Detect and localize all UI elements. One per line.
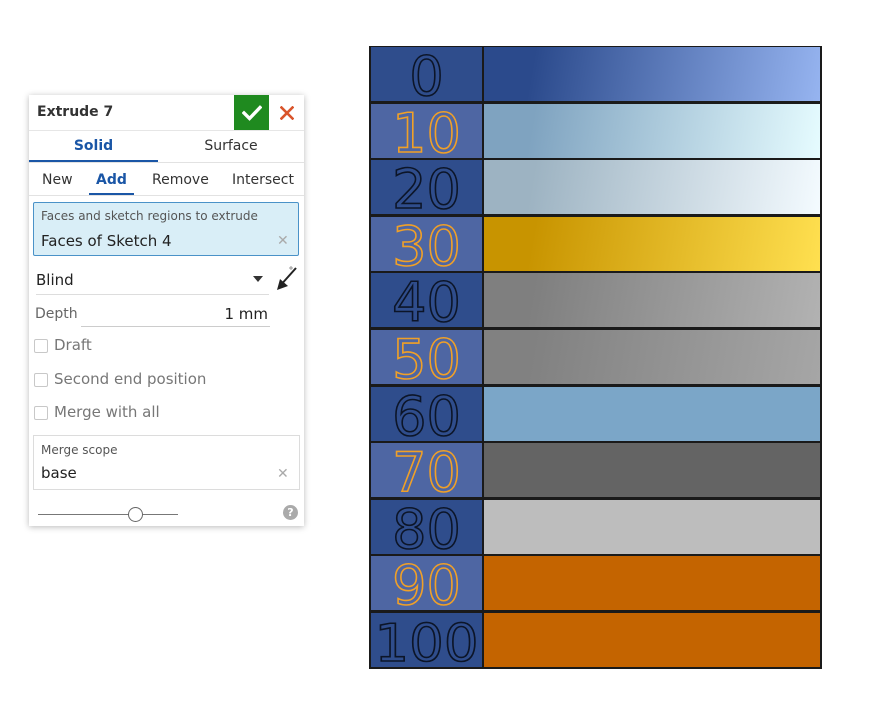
bar-number: 10 [392, 104, 461, 158]
number-cell: 50 [371, 330, 482, 384]
clear-merge-scope-icon[interactable]: ✕ [277, 466, 289, 482]
depth-input[interactable]: 1 mm [81, 300, 270, 327]
number-cell: 80 [371, 499, 482, 554]
dialog-title: Extrude 7 [37, 104, 114, 120]
cancel-button[interactable] [270, 95, 304, 130]
number-cell: 70 [371, 443, 482, 498]
color-bar-model: 0 10 20 30 40 50 60 70 80 90 100 [369, 46, 822, 669]
color-bar-row: 80 [369, 499, 822, 555]
draft-label: Draft [54, 336, 92, 354]
number-label-graphic: 60 [391, 387, 461, 441]
number-label-graphic: 10 [391, 104, 461, 158]
end-type-value: Blind [36, 271, 74, 289]
color-bar-row: 60 [369, 386, 822, 442]
color-swatch [484, 103, 820, 158]
flip-direction-icon [277, 266, 297, 290]
merge-scope-value: base [41, 464, 77, 482]
color-bar-row: 0 [369, 46, 822, 102]
bar-number: 50 [392, 330, 461, 384]
number-cell: 0 [371, 47, 482, 101]
number-label-graphic: 80 [391, 500, 461, 554]
number-cell: 40 [371, 273, 482, 328]
color-swatch [484, 556, 820, 611]
help-icon[interactable]: ? [283, 505, 298, 520]
color-swatch [484, 47, 820, 101]
tab-remove[interactable]: Remove [152, 163, 209, 195]
number-label-graphic: 100 [374, 613, 480, 667]
color-swatch [484, 443, 820, 498]
checkbox-box [34, 373, 48, 387]
number-cell: 100 [371, 613, 482, 667]
color-swatch [484, 613, 820, 667]
number-cell: 60 [371, 386, 482, 441]
number-label-graphic: 90 [391, 556, 461, 610]
number-cell: 90 [371, 556, 482, 611]
color-bar-row: 40 [369, 272, 822, 328]
bar-number: 60 [392, 387, 461, 441]
body-type-tabs: Solid Surface [29, 131, 304, 163]
operation-tabs: New Add Remove Intersect [29, 163, 304, 196]
color-bar-row: 20 [369, 159, 822, 215]
color-swatch [484, 160, 820, 215]
bar-number: 80 [392, 500, 461, 554]
slider-thumb[interactable] [127, 507, 143, 522]
bar-number: 0 [409, 47, 443, 101]
color-swatch [484, 273, 820, 328]
bar-number: 100 [375, 614, 479, 667]
end-type-dropdown[interactable]: Blind [36, 267, 269, 295]
color-swatch [484, 499, 820, 554]
number-label-graphic: 0 [409, 47, 445, 101]
tab-surface[interactable]: Surface [165, 131, 297, 162]
opposite-direction-button[interactable] [274, 265, 300, 293]
bar-number: 40 [392, 273, 461, 327]
color-bar-row: 90 [369, 555, 822, 611]
color-swatch [484, 216, 820, 271]
selection-value: Faces of Sketch 4 [41, 232, 172, 250]
bar-number: 30 [392, 217, 461, 271]
faces-selection-field[interactable]: Faces and sketch regions to extrude Face… [33, 202, 299, 256]
second-end-position-label: Second end position [54, 370, 207, 388]
preview-slider[interactable] [38, 507, 178, 522]
checkmark-icon [241, 104, 262, 121]
depth-value: 1 mm [224, 305, 268, 323]
tab-intersect[interactable]: Intersect [232, 163, 294, 195]
close-icon [280, 105, 294, 120]
selection-label: Faces and sketch regions to extrude [41, 209, 258, 223]
tab-add[interactable]: Add [89, 163, 134, 195]
merge-with-all-label: Merge with all [54, 403, 160, 421]
color-swatch [484, 330, 820, 384]
number-label-graphic: 40 [391, 273, 461, 327]
color-bar-row: 30 [369, 216, 822, 272]
extrude-dialog: Extrude 7 Solid Surface New Add Remove I… [29, 95, 304, 526]
chevron-down-icon [253, 276, 263, 282]
tab-new[interactable]: New [42, 163, 73, 195]
number-label-graphic: 50 [391, 330, 461, 384]
number-label-graphic: 30 [391, 217, 461, 271]
number-cell: 20 [371, 160, 482, 215]
number-label-graphic: 70 [391, 443, 461, 497]
clear-selection-icon[interactable]: ✕ [277, 233, 289, 249]
dialog-header: Extrude 7 [29, 95, 304, 131]
color-bar-row: 70 [369, 442, 822, 498]
checkbox-box [34, 339, 48, 353]
color-bar-row: 50 [369, 329, 822, 385]
number-cell: 30 [371, 216, 482, 271]
color-bar-row: 100 [369, 612, 822, 668]
number-label-graphic: 20 [391, 160, 461, 214]
number-cell: 10 [371, 103, 482, 158]
depth-label: Depth [35, 306, 78, 322]
merge-scope-field[interactable]: Merge scope base ✕ [33, 435, 300, 490]
checkbox-box [34, 406, 48, 420]
tab-solid[interactable]: Solid [29, 131, 158, 162]
merge-scope-label: Merge scope [41, 443, 118, 457]
bar-number: 90 [392, 556, 461, 610]
bar-number: 20 [392, 160, 461, 214]
color-bar-row: 10 [369, 103, 822, 159]
color-swatch [484, 386, 820, 441]
bar-number: 70 [392, 443, 461, 497]
accept-button[interactable] [234, 95, 269, 130]
